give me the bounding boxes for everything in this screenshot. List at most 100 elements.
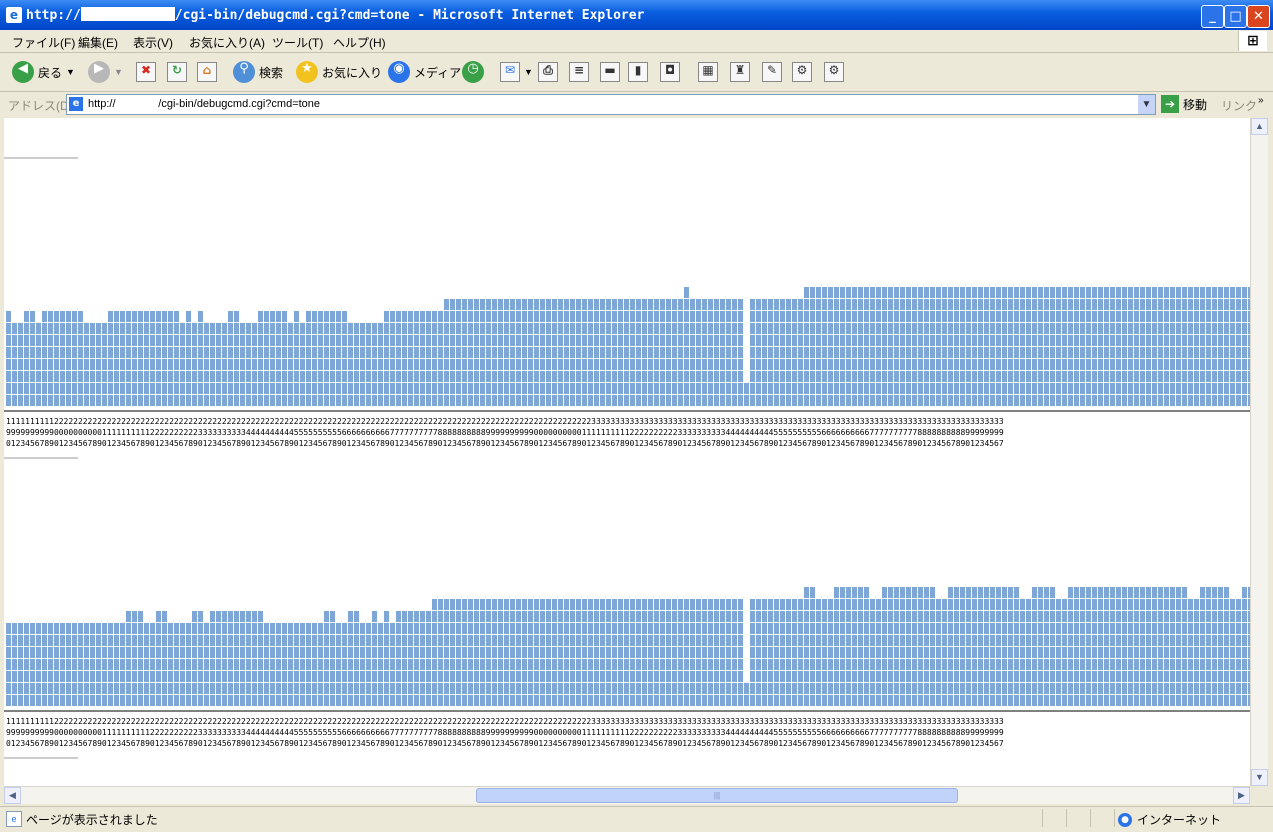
tool-gear-button[interactable]: ⚙ bbox=[792, 59, 812, 85]
bar-cell bbox=[90, 371, 95, 382]
bar-cell bbox=[138, 383, 143, 394]
bar-cell bbox=[1080, 287, 1085, 298]
bar-cell bbox=[900, 323, 905, 334]
menu-tools[interactable]: ツール(T) bbox=[272, 34, 323, 51]
address-url[interactable]: http:// /cgi-bin/debugcmd.cgi?cmd=tone bbox=[88, 98, 320, 110]
bar-cell bbox=[522, 647, 527, 658]
back-button[interactable]: ◀ 戻る ▼ bbox=[12, 59, 75, 85]
tool-speaker-button[interactable]: ◘ bbox=[660, 59, 680, 85]
media-button[interactable]: ◉ メディア bbox=[388, 59, 461, 85]
close-button[interactable]: ✕ bbox=[1247, 5, 1270, 28]
forward-button[interactable]: ▶ ▼ bbox=[88, 59, 123, 85]
bar-cell bbox=[1056, 683, 1061, 694]
bar-cell bbox=[108, 671, 113, 682]
tool-usb-button[interactable]: ▮ bbox=[628, 59, 648, 85]
edit-button[interactable]: ≡ bbox=[569, 59, 589, 85]
bar-cell bbox=[762, 623, 767, 634]
menu-help[interactable]: ヘルプ(H) bbox=[333, 34, 386, 51]
bar-cell bbox=[234, 323, 239, 334]
bar-cell bbox=[1230, 647, 1235, 658]
maximize-button[interactable]: □ bbox=[1224, 5, 1247, 28]
bar-cell bbox=[1140, 287, 1145, 298]
back-dropdown-icon[interactable]: ▼ bbox=[66, 67, 75, 77]
bar-cell bbox=[1110, 659, 1115, 670]
bar-cell bbox=[348, 359, 353, 370]
bar-cell bbox=[1008, 683, 1013, 694]
bar-cell bbox=[696, 635, 701, 646]
bar-cell bbox=[48, 395, 53, 406]
bar-cell bbox=[612, 599, 617, 610]
ie-icon[interactable]: e bbox=[6, 7, 22, 23]
bar-cell bbox=[876, 599, 881, 610]
bar-cell bbox=[246, 611, 251, 622]
bar-cell bbox=[258, 383, 263, 394]
bar-cell bbox=[1152, 647, 1157, 658]
mail-button[interactable]: ✉ ▼ bbox=[500, 59, 533, 85]
address-input[interactable]: e http:// /cgi-bin/debugcmd.cgi?cmd=tone… bbox=[66, 94, 1156, 115]
stop-button[interactable]: ✖ bbox=[136, 59, 156, 85]
horizontal-scroll-thumb[interactable]: ||| bbox=[476, 788, 958, 803]
menu-edit[interactable]: 編集(E) bbox=[78, 34, 118, 51]
bar-cell bbox=[192, 395, 197, 406]
search-button[interactable]: ⚲ 検索 bbox=[233, 59, 283, 85]
bar-cell bbox=[330, 635, 335, 646]
go-button[interactable]: ➔ 移動 bbox=[1161, 95, 1207, 113]
bar-cell bbox=[84, 395, 89, 406]
bar-cell bbox=[492, 695, 497, 706]
home-button[interactable]: ⌂ bbox=[197, 59, 217, 85]
tool-gear2-button[interactable]: ⚙ bbox=[824, 59, 844, 85]
favorites-button[interactable]: ★ お気に入り bbox=[296, 59, 382, 85]
bar-cell bbox=[660, 335, 665, 346]
bar-cell bbox=[774, 335, 779, 346]
bar-cell bbox=[1014, 671, 1019, 682]
bar-cell bbox=[348, 395, 353, 406]
print-button[interactable]: ⎙ bbox=[538, 59, 558, 85]
tool-robot-button[interactable]: ♜ bbox=[730, 59, 750, 85]
scroll-down-icon[interactable]: ▼ bbox=[1251, 769, 1268, 786]
bar-cell bbox=[360, 371, 365, 382]
vertical-scrollbar[interactable]: ▲ ▼ bbox=[1250, 118, 1268, 786]
bar-cell bbox=[1056, 395, 1061, 406]
bar-cell bbox=[1140, 383, 1145, 394]
bar-cell bbox=[456, 599, 461, 610]
title-bar[interactable]: e http:///cgi-bin/debugcmd.cgi?cmd=tone … bbox=[0, 0, 1273, 30]
bar-cell bbox=[108, 383, 113, 394]
horizontal-scrollbar[interactable]: ◀ ||| ▶ bbox=[4, 786, 1250, 804]
bar-cell bbox=[1194, 311, 1199, 322]
scroll-left-icon[interactable]: ◀ bbox=[4, 787, 21, 804]
tool-calendar-button[interactable]: ▦ bbox=[698, 59, 718, 85]
bar-cell bbox=[990, 647, 995, 658]
links-label[interactable]: リンク bbox=[1221, 97, 1257, 114]
links-chevron-icon[interactable]: » bbox=[1258, 95, 1264, 106]
address-dropdown-icon[interactable]: ▼ bbox=[1138, 95, 1155, 114]
mail-dropdown-icon[interactable]: ▼ bbox=[524, 67, 533, 77]
bar-cell bbox=[978, 599, 983, 610]
scroll-right-icon[interactable]: ▶ bbox=[1233, 787, 1250, 804]
menu-file[interactable]: ファイル(F) bbox=[12, 34, 75, 51]
bar-cell bbox=[438, 611, 443, 622]
bar-cell bbox=[1056, 287, 1061, 298]
bar-cell bbox=[1038, 311, 1043, 322]
bar-cell bbox=[432, 683, 437, 694]
bar-cell bbox=[288, 323, 293, 334]
bar-cell bbox=[1068, 611, 1073, 622]
menu-view[interactable]: 表示(V) bbox=[133, 34, 173, 51]
menu-favorites[interactable]: お気に入り(A) bbox=[189, 34, 265, 51]
bar-cell bbox=[432, 383, 437, 394]
bar-cell bbox=[114, 635, 119, 646]
bar-cell bbox=[504, 623, 509, 634]
forward-dropdown-icon[interactable]: ▼ bbox=[114, 67, 123, 77]
bar-cell bbox=[960, 371, 965, 382]
bar-cell bbox=[420, 383, 425, 394]
bar-cell bbox=[1158, 347, 1163, 358]
tool-pen-button[interactable]: ✎ bbox=[762, 59, 782, 85]
bar-cell bbox=[264, 395, 269, 406]
minimize-button[interactable]: _ bbox=[1201, 5, 1224, 28]
discuss-button[interactable]: ▬ bbox=[600, 59, 620, 85]
bar-cell bbox=[1224, 395, 1229, 406]
history-button[interactable]: ◷ bbox=[462, 59, 484, 85]
bar-cell bbox=[630, 623, 635, 634]
refresh-button[interactable]: ↻ bbox=[167, 59, 187, 85]
bar-cell bbox=[960, 611, 965, 622]
scroll-up-icon[interactable]: ▲ bbox=[1251, 118, 1268, 135]
